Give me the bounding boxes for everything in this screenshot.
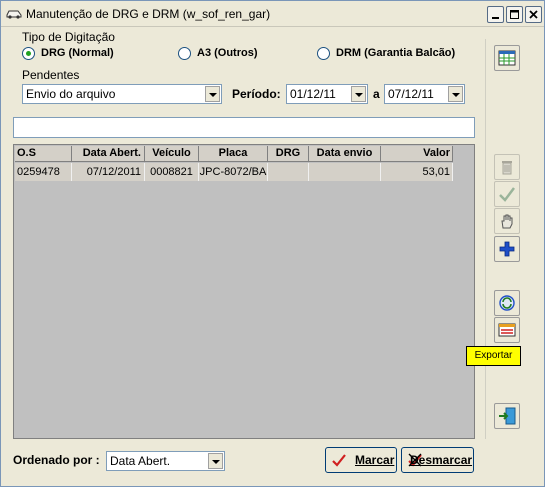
pendentes-label: Pendentes	[22, 68, 80, 82]
periodo-label: Período:	[232, 87, 281, 101]
radio-circle[interactable]	[317, 46, 330, 60]
check-icon	[332, 454, 346, 467]
column-header[interactable]: O.S	[15, 146, 72, 162]
spreadsheet-button[interactable]	[494, 45, 520, 71]
marcar-button[interactable]: Marcar	[325, 447, 397, 473]
export-button[interactable]	[494, 317, 520, 343]
radio-label: A3 (Outros)	[197, 47, 258, 59]
chevron-down-icon[interactable]	[351, 86, 366, 102]
radio-circle[interactable]	[178, 46, 191, 60]
ordenado-label: Ordenado por :	[13, 453, 100, 467]
radio-circle[interactable]	[22, 46, 35, 60]
chevron-down-icon[interactable]	[448, 86, 463, 102]
filter-input[interactable]	[13, 117, 475, 138]
cell-valor: 53,01	[381, 163, 453, 181]
radio-a3-outros[interactable]: A3 (Outros)	[178, 45, 258, 61]
add-button[interactable]	[494, 236, 520, 262]
window-title: Manutenção de DRG e DRM (w_sof_ren_gar)	[26, 7, 271, 21]
cell-placa: JPC-8072/BA	[199, 163, 268, 181]
minimize-icon	[492, 17, 499, 19]
exit-door-icon	[499, 407, 516, 425]
refresh-icon	[499, 295, 515, 311]
chevron-down-icon[interactable]	[208, 453, 223, 469]
tipo-digitacao-label: Tipo de Digitação	[22, 30, 115, 44]
desmarcar-button[interactable]: Desmarcar	[401, 447, 474, 473]
hand-button[interactable]	[494, 208, 520, 234]
title-bar[interactable]: Manutenção de DRG e DRM (w_sof_ren_gar)	[1, 1, 544, 27]
pendentes-value: Envio do arquivo	[26, 87, 116, 101]
cell-data-abert: 07/12/2011	[72, 163, 145, 181]
column-header[interactable]: Placa	[199, 146, 268, 162]
cell-veiculo: 0008821	[145, 163, 199, 181]
trash-icon	[502, 161, 512, 175]
chevron-down-icon[interactable]	[205, 86, 220, 102]
ordenado-dropdown[interactable]: Data Abert.	[106, 451, 225, 471]
cell-os: 0259478	[15, 163, 72, 181]
cell-drg	[268, 163, 309, 181]
ordenado-value: Data Abert.	[110, 454, 171, 468]
export-tooltip: Exportar	[466, 346, 521, 366]
radio-drg-normal[interactable]: DRG (Normal)	[22, 45, 114, 61]
cell-data-envio	[309, 163, 381, 181]
desmarcar-label: Desmarcar	[410, 453, 473, 467]
car-icon	[6, 10, 22, 19]
close-button[interactable]	[525, 6, 542, 23]
column-header[interactable]: Veículo	[145, 146, 199, 162]
refresh-button[interactable]	[494, 290, 520, 316]
radio-drm-garantia-balcao[interactable]: DRM (Garantia Balcão)	[317, 45, 455, 61]
periodo-to-date[interactable]: 07/12/11	[384, 84, 465, 104]
radio-label: DRM (Garantia Balcão)	[336, 47, 456, 59]
periodo-separator: a	[373, 87, 380, 101]
close-icon	[529, 10, 538, 19]
delete-button[interactable]	[494, 154, 520, 180]
minimize-button[interactable]	[487, 6, 504, 23]
main-window: Manutenção de DRG e DRM (w_sof_ren_gar) …	[0, 0, 545, 487]
confirm-button[interactable]	[494, 181, 520, 207]
column-header[interactable]: DRG	[268, 146, 309, 162]
periodo-from-date[interactable]: 01/12/11	[286, 84, 368, 104]
column-header[interactable]: Valor	[381, 146, 453, 162]
data-grid[interactable]: O.S Data Abert. Veículo Placa DRG Data e…	[13, 144, 475, 439]
marcar-label: Marcar	[355, 453, 395, 467]
periodo-from-value: 01/12/11	[290, 87, 336, 101]
periodo-to-value: 07/12/11	[388, 87, 434, 101]
check-icon	[499, 187, 515, 202]
exit-button[interactable]	[494, 403, 520, 429]
plus-icon	[499, 241, 515, 257]
column-header[interactable]: Data envio	[309, 146, 381, 162]
pendentes-dropdown[interactable]: Envio do arquivo	[22, 84, 222, 104]
export-icon	[498, 323, 516, 337]
radio-label: DRG (Normal)	[41, 47, 114, 59]
maximize-icon	[510, 10, 519, 19]
column-header[interactable]: Data Abert.	[72, 146, 145, 162]
spreadsheet-icon	[498, 50, 516, 66]
maximize-button[interactable]	[506, 6, 523, 23]
hand-icon	[501, 214, 513, 229]
